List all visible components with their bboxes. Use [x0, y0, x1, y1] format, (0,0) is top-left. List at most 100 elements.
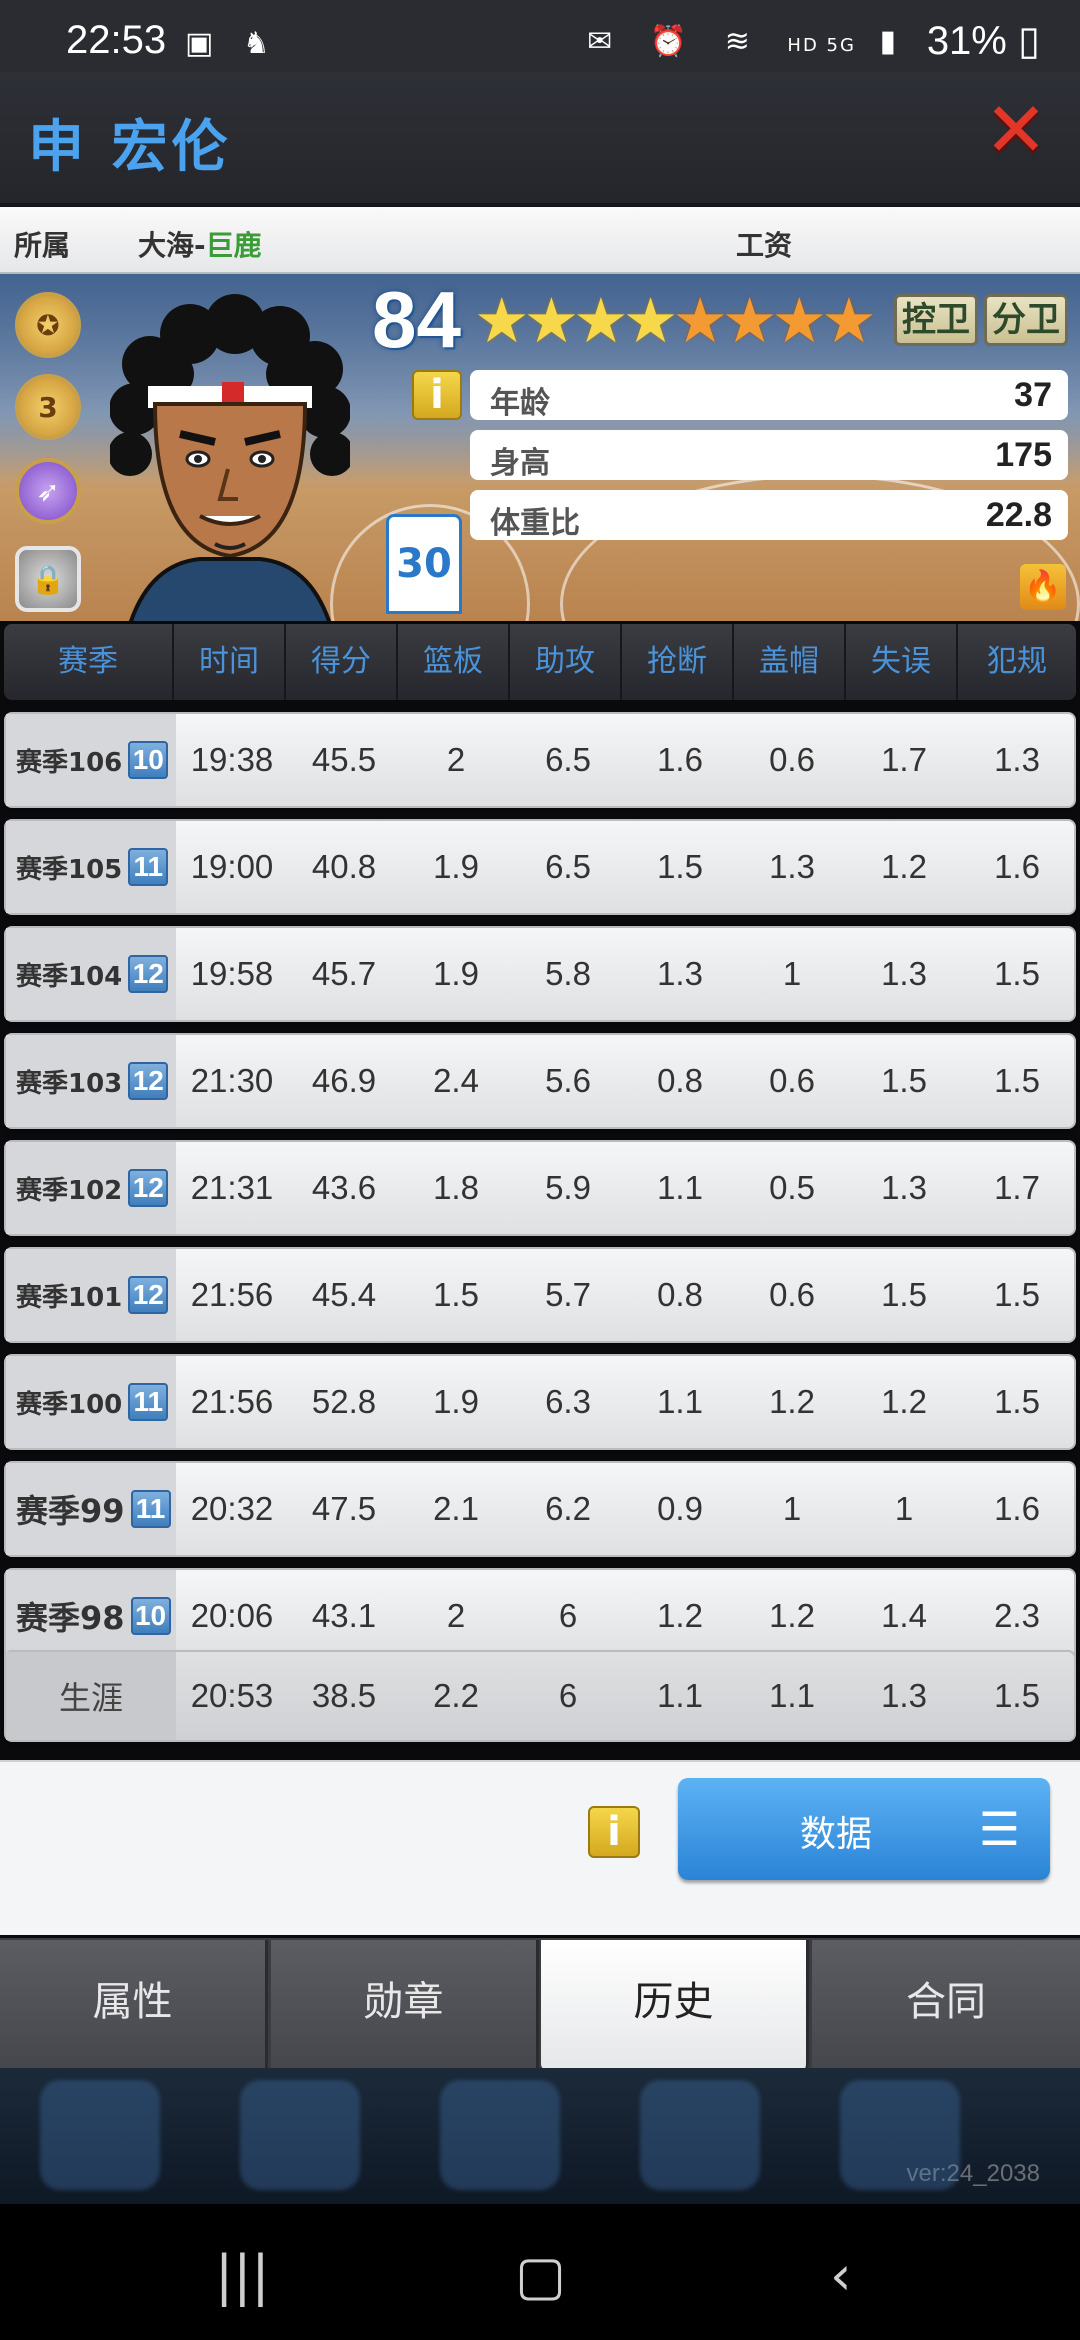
table-row[interactable]: 赛季101 12 21:56 45.4 1.5 5.7 0.8 0.6 1.5 1.5: [4, 1247, 1076, 1343]
season-name: 赛季103: [16, 1068, 123, 1099]
table-cell: 43.6: [311, 1169, 377, 1206]
table-row[interactable]: 赛季104 12 19:58 45.7 1.9 5.8 1.3 1 1.3 1.5: [4, 926, 1076, 1022]
table-cell: 1.8: [433, 1169, 479, 1206]
table-cell: 1.5: [994, 1062, 1040, 1099]
fire-icon[interactable]: 🔥: [1020, 564, 1066, 610]
col-fouls: 犯规: [987, 644, 1047, 679]
table-cell: 6: [558, 1677, 578, 1714]
info-icon[interactable]: i: [588, 1806, 640, 1858]
table-cell: 5.6: [545, 1062, 591, 1099]
table-cell: 1.3: [881, 955, 927, 992]
table-cell: 43.1: [311, 1597, 377, 1634]
table-cell: 1.5: [657, 848, 703, 885]
season-name: 赛季102: [16, 1175, 123, 1206]
recent-apps-icon[interactable]: |||: [215, 2244, 270, 2307]
system-nav-bar: ||| ▢ ‹: [0, 2204, 1080, 2340]
table-cell: 1.5: [881, 1062, 927, 1099]
table-cell: 1.2: [881, 1383, 927, 1420]
stats-table-header: 赛季 时间 得分 篮板 助攻 抢断 盖帽 失误 犯规: [4, 624, 1076, 700]
table-cell: 1: [782, 1490, 802, 1527]
table-cell: 2.3: [994, 1597, 1040, 1634]
table-cell: 21:30: [190, 1062, 274, 1099]
table-cell: 1.2: [657, 1597, 703, 1634]
season-name: 赛季100: [16, 1389, 123, 1420]
table-cell: 2: [446, 1597, 466, 1634]
level-badge: 12: [128, 1276, 169, 1314]
table-cell: 1.6: [657, 741, 703, 778]
position-sg: 分卫: [984, 294, 1068, 346]
table-cell: 1: [894, 1490, 914, 1527]
table-cell: 1.5: [994, 955, 1040, 992]
level-badge-icon[interactable]: 3: [15, 374, 81, 440]
status-bar: 22:53 ▣ ♞ ✉ ⏰ ≋ HD 5G ▮ 31% ▯: [0, 0, 1080, 72]
star-rating: ★★★★★★★★: [474, 284, 877, 357]
info-icon[interactable]: i: [412, 370, 462, 420]
player-avatar: [110, 294, 350, 621]
table-cell: 5.8: [545, 955, 591, 992]
blurred-nav-icon: [40, 2080, 160, 2190]
table-cell: 21:56: [190, 1383, 274, 1420]
table-cell: 1.3: [881, 1169, 927, 1206]
table-cell: 20:53: [190, 1677, 274, 1714]
col-assists: 助攻: [510, 624, 622, 700]
level-badge: 10: [128, 741, 169, 779]
table-cell: 19:00: [190, 848, 274, 885]
table-cell: 46.9: [311, 1062, 377, 1099]
table-cell: 1: [782, 955, 802, 992]
col-time: 时间: [174, 624, 286, 700]
level-badge: 11: [130, 1490, 171, 1528]
table-cell: 1.2: [769, 1597, 815, 1634]
table-cell: 1.5: [881, 1276, 927, 1313]
notification-icons: ▣ ♞: [185, 26, 280, 61]
table-row[interactable]: 赛季105 11 19:00 40.8 1.9 6.5 1.5 1.3 1.2 1.6: [4, 819, 1076, 915]
table-cell: 1.4: [881, 1597, 927, 1634]
table-cell: 1.3: [994, 741, 1040, 778]
level-badge: 10: [130, 1597, 171, 1635]
level-badge: 12: [128, 1062, 169, 1100]
table-cell: 1.5: [994, 1276, 1040, 1313]
attr-age: 年龄 37: [470, 370, 1068, 421]
skill-badge-icon[interactable]: ➶: [15, 458, 81, 524]
system-status-icons: ✉ ⏰ ≋ HD 5G ▮: [587, 24, 910, 59]
table-cell: 1.1: [657, 1169, 703, 1206]
table-cell: 1.1: [657, 1383, 703, 1420]
medal-badge-icon[interactable]: ✪: [15, 292, 81, 358]
tab-history[interactable]: 历史: [541, 1940, 809, 2070]
table-cell: 6.5: [545, 741, 591, 778]
table-row[interactable]: 赛季102 12 21:31 43.6 1.8 5.9 1.1 0.5 1.3 1.7: [4, 1140, 1076, 1236]
lock-icon[interactable]: 🔒: [15, 546, 81, 612]
col-rebounds: 篮板: [398, 624, 510, 700]
level-badge: 12: [128, 955, 169, 993]
player-panel: ✪ 3 ➶ 🔒 30 84 ★★★★★★★★ 控卫 分卫 i 年龄 37 身高 17…: [0, 274, 1080, 621]
table-row[interactable]: 赛季106 10 19:38 45.5 2 6.5 1.6 0.6 1.7 1.3: [4, 712, 1076, 808]
table-cell: 2: [446, 741, 466, 778]
season-name: 赛季105: [16, 854, 123, 885]
table-cell: 45.4: [311, 1276, 377, 1313]
table-cell: 1.9: [433, 955, 479, 992]
table-cell: 6: [558, 1597, 578, 1634]
tab-contract[interactable]: 合同: [812, 1940, 1080, 2068]
team-name[interactable]: 巨鹿: [206, 229, 262, 262]
home-icon[interactable]: ▢: [515, 2244, 566, 2307]
table-row[interactable]: 赛季100 11 21:56 52.8 1.9 6.3 1.1 1.2 1.2 1.5: [4, 1354, 1076, 1450]
col-blocks: 盖帽: [734, 624, 846, 700]
table-cell: 1.5: [994, 1383, 1040, 1420]
status-time: 22:53: [66, 18, 167, 62]
jersey-number: 30: [386, 514, 462, 614]
table-cell: 1.1: [769, 1677, 815, 1714]
table-row[interactable]: 赛季99 11 20:32 47.5 2.1 6.2 0.9 1 1 1.6: [4, 1461, 1076, 1557]
tab-attributes[interactable]: 属性: [0, 1940, 268, 2068]
data-button[interactable]: 数据 ☰: [678, 1778, 1050, 1880]
table-cell: 1.7: [994, 1169, 1040, 1206]
season-name: 赛季106: [16, 747, 123, 778]
back-icon[interactable]: ‹: [830, 2244, 852, 2307]
table-cell: 5.7: [545, 1276, 591, 1313]
table-cell: 1.5: [994, 1677, 1040, 1714]
table-cell: 47.5: [311, 1490, 377, 1527]
table-cell: 1.1: [657, 1677, 703, 1714]
table-cell: 1.5: [433, 1276, 479, 1313]
close-icon[interactable]: ✕: [984, 92, 1048, 168]
table-cell: 5.9: [545, 1169, 591, 1206]
table-row[interactable]: 赛季103 12 21:30 46.9 2.4 5.6 0.8 0.6 1.5 1.5: [4, 1033, 1076, 1129]
tab-medals[interactable]: 勋章: [271, 1940, 539, 2068]
